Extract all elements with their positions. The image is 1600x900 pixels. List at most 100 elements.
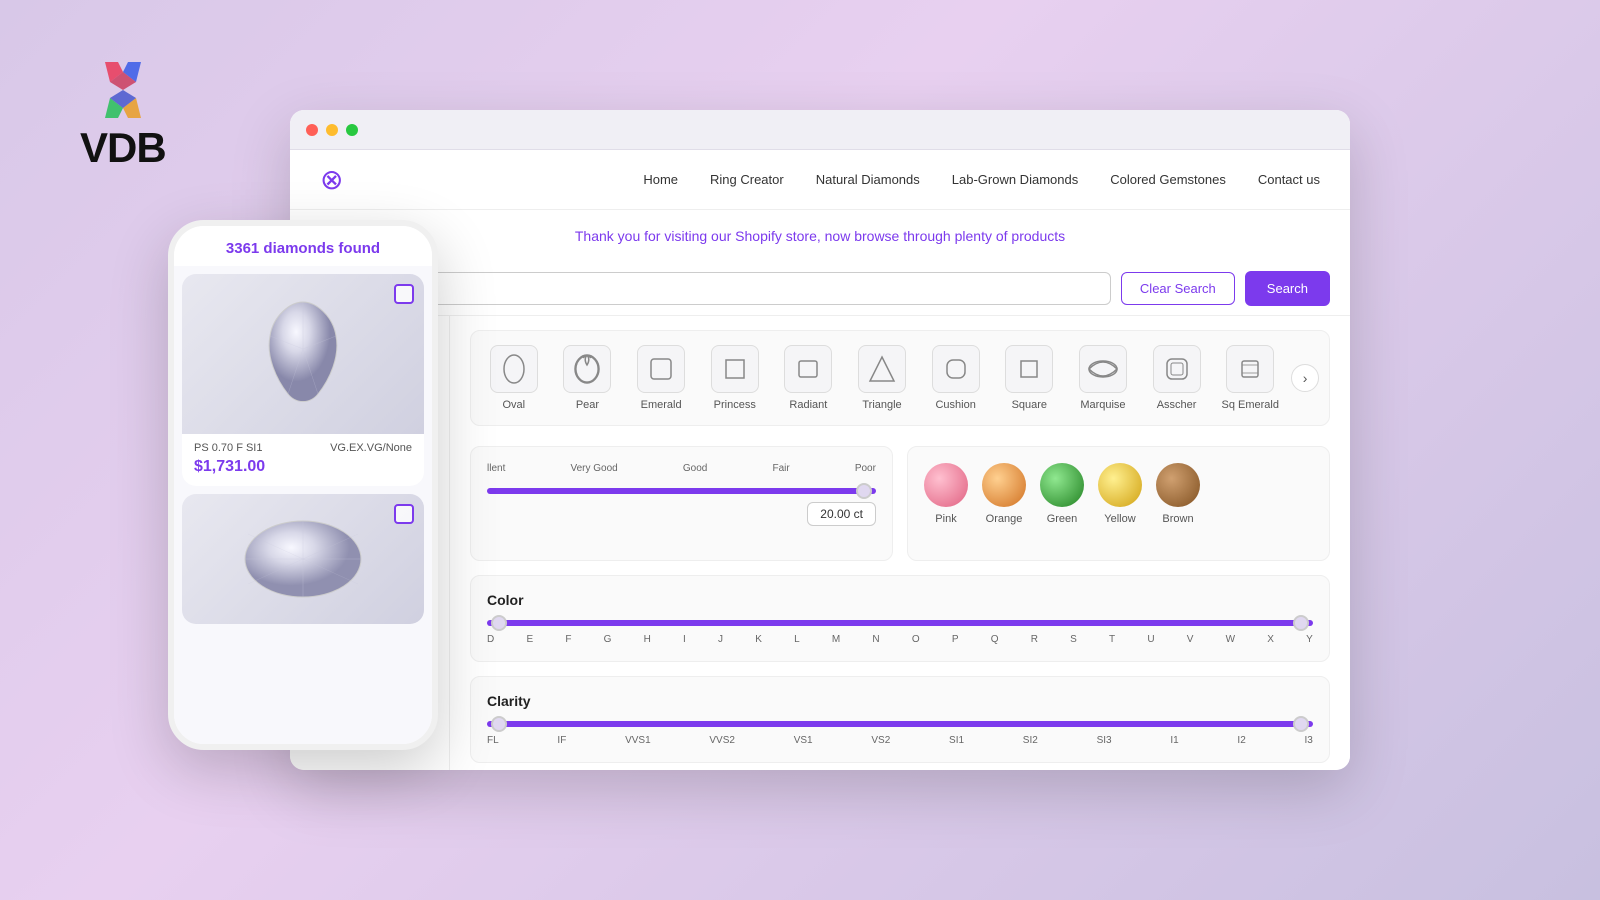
color-d: D — [487, 634, 494, 645]
color-slider-thumb-right[interactable] — [1293, 615, 1309, 631]
browser-body: ⊗ Home Ring Creator Natural Diamonds Lab… — [290, 150, 1350, 770]
gem-circle-pink — [924, 463, 968, 507]
diamond-card-img-pear — [182, 274, 424, 434]
color-x: X — [1267, 634, 1274, 645]
color-h: H — [644, 634, 651, 645]
diamond-card-pear: PS 0.70 F SI1 VG.EX.VG/None $1,731.00 — [182, 274, 424, 486]
color-v: V — [1187, 634, 1194, 645]
shape-label-sq-emerald: Sq Emerald — [1221, 399, 1278, 411]
shape-next-button[interactable]: › — [1291, 364, 1319, 392]
color-j: J — [718, 634, 723, 645]
browser-titlebar — [290, 110, 1350, 150]
shape-icon-princess — [711, 345, 759, 393]
shape-icon-square — [1005, 345, 1053, 393]
shape-item-asscher[interactable]: Asscher — [1144, 345, 1210, 411]
shape-item-marquise[interactable]: Marquise — [1070, 345, 1136, 411]
clarity-si1: SI1 — [949, 735, 964, 746]
shape-label-pear: Pear — [576, 399, 599, 411]
shape-item-radiant[interactable]: Radiant — [776, 345, 842, 411]
gem-orange[interactable]: Orange — [982, 463, 1026, 525]
close-dot[interactable] — [306, 124, 318, 136]
clarity-i3: I3 — [1305, 735, 1313, 746]
nav-bar: ⊗ Home Ring Creator Natural Diamonds Lab… — [290, 150, 1350, 210]
nav-links: Home Ring Creator Natural Diamonds Lab-G… — [643, 172, 1320, 187]
search-area: Clear Search Search — [310, 271, 1330, 306]
search-top-section: Clear Search Search — [290, 262, 1350, 316]
content-area: Oval Pear Emerald — [290, 316, 1350, 770]
gem-label-pink: Pink — [935, 513, 956, 525]
color-w: W — [1226, 634, 1235, 645]
shape-icon-oval — [490, 345, 538, 393]
shape-icon-pear — [563, 345, 611, 393]
shape-item-oval[interactable]: Oval — [481, 345, 547, 411]
oval-diamond-svg — [238, 514, 368, 604]
vdb-text-label: VDB — [80, 124, 166, 172]
color-slider-thumb-left[interactable] — [491, 615, 507, 631]
clear-search-button[interactable]: Clear Search — [1121, 272, 1235, 305]
card-checkbox-oval[interactable] — [394, 504, 414, 524]
clarity-si2: SI2 — [1023, 735, 1038, 746]
maximize-dot[interactable] — [346, 124, 358, 136]
shape-label-triangle: Triangle — [862, 399, 901, 411]
gem-yellow[interactable]: Yellow — [1098, 463, 1142, 525]
color-p: P — [952, 634, 959, 645]
gem-label-green: Green — [1047, 513, 1078, 525]
nav-link-lab-grown[interactable]: Lab-Grown Diamonds — [952, 172, 1078, 187]
clarity-i2: I2 — [1237, 735, 1245, 746]
color-f: F — [565, 634, 571, 645]
shape-item-emerald[interactable]: Emerald — [628, 345, 694, 411]
shape-icon-cushion — [932, 345, 980, 393]
banner-text: Thank you for visiting our Shopify store… — [575, 228, 1065, 244]
gem-green[interactable]: Green — [1040, 463, 1084, 525]
carat-slider-track — [487, 488, 876, 494]
gem-pink[interactable]: Pink — [924, 463, 968, 525]
phone-inner: 3361 diamonds found — [174, 226, 432, 744]
shape-item-princess[interactable]: Princess — [702, 345, 768, 411]
clarity-slider-thumb-left[interactable] — [491, 716, 507, 732]
color-e: E — [526, 634, 533, 645]
nav-link-ring-creator[interactable]: Ring Creator — [710, 172, 784, 187]
shape-label-cushion: Cushion — [935, 399, 975, 411]
nav-link-contact[interactable]: Contact us — [1258, 172, 1320, 187]
banner: Thank you for visiting our Shopify store… — [290, 210, 1350, 262]
shape-item-sq-emerald[interactable]: Sq Emerald — [1217, 345, 1283, 411]
card-checkbox-pear[interactable] — [394, 284, 414, 304]
cut-label-excellent: llent — [487, 463, 505, 474]
carat-value-badge: 20.00 ct — [807, 502, 876, 526]
diamond-card-oval — [182, 494, 424, 624]
shape-item-triangle[interactable]: Triangle — [849, 345, 915, 411]
gem-brown[interactable]: Brown — [1156, 463, 1200, 525]
gem-circle-orange — [982, 463, 1026, 507]
cut-label-fair: Fair — [772, 463, 789, 474]
color-o: O — [912, 634, 920, 645]
gem-label-yellow: Yellow — [1104, 513, 1135, 525]
shape-label-princess: Princess — [714, 399, 756, 411]
vdb-icon — [83, 60, 163, 120]
browser-window: ⊗ Home Ring Creator Natural Diamonds Lab… — [290, 110, 1350, 770]
color-n: N — [872, 634, 879, 645]
nav-link-home[interactable]: Home — [643, 172, 678, 187]
clarity-slider-track — [487, 721, 1313, 727]
shape-item-cushion[interactable]: Cushion — [923, 345, 989, 411]
carat-slider-thumb[interactable] — [856, 483, 872, 499]
color-u: U — [1147, 634, 1154, 645]
filter-right: Oval Pear Emerald — [450, 316, 1350, 770]
shape-label-asscher: Asscher — [1157, 399, 1197, 411]
gem-label-brown: Brown — [1162, 513, 1193, 525]
nav-link-colored-gemstones[interactable]: Colored Gemstones — [1110, 172, 1226, 187]
nav-link-natural-diamonds[interactable]: Natural Diamonds — [816, 172, 920, 187]
cut-label-good: Good — [683, 463, 707, 474]
clarity-slider-thumb-right[interactable] — [1293, 716, 1309, 732]
color-g: G — [604, 634, 612, 645]
shape-item-square[interactable]: Square — [996, 345, 1062, 411]
color-s: S — [1070, 634, 1077, 645]
shape-icon-marquise — [1079, 345, 1127, 393]
color-r: R — [1031, 634, 1038, 645]
search-button[interactable]: Search — [1245, 271, 1330, 306]
minimize-dot[interactable] — [326, 124, 338, 136]
diamond-specs-row-pear: PS 0.70 F SI1 VG.EX.VG/None — [194, 442, 412, 454]
shape-item-pear[interactable]: Pear — [555, 345, 621, 411]
color-y: Y — [1306, 634, 1313, 645]
shape-label-emerald: Emerald — [641, 399, 682, 411]
shape-label-oval: Oval — [503, 399, 526, 411]
